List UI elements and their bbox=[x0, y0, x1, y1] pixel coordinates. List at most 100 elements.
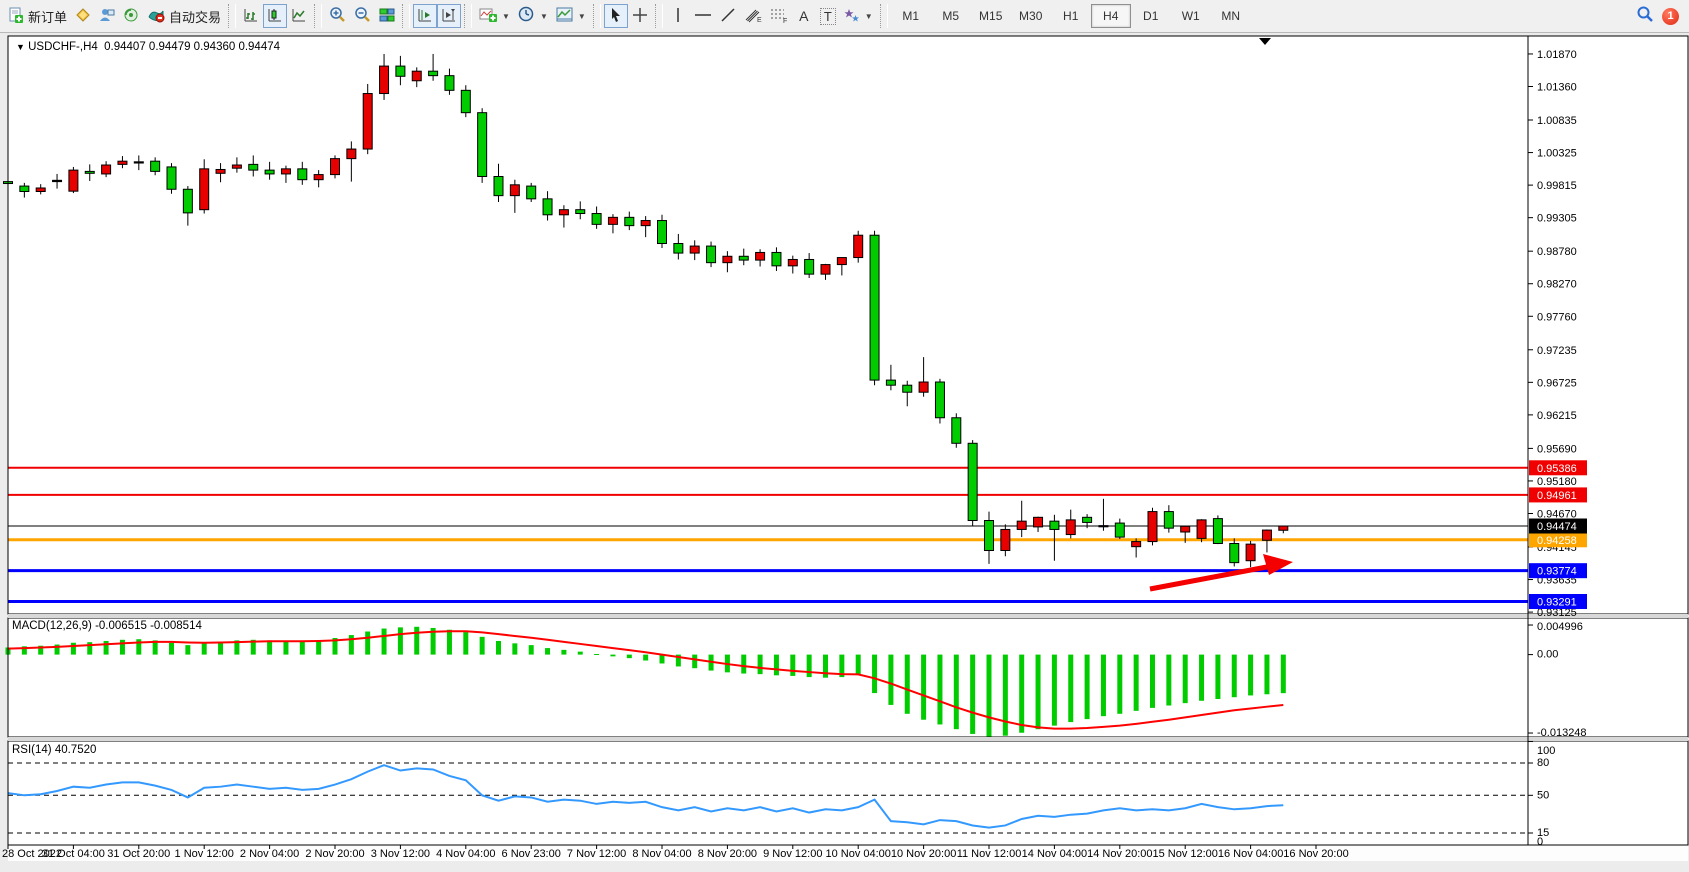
macd-histogram-bar bbox=[561, 650, 566, 655]
price-tick-label: 0.95180 bbox=[1537, 476, 1577, 488]
macd-histogram-bar bbox=[872, 655, 877, 693]
symbol-dropdown-icon[interactable]: ▼ bbox=[16, 42, 25, 52]
candle bbox=[625, 217, 634, 225]
macd-histogram-bar bbox=[529, 645, 534, 654]
macd-histogram-bar bbox=[480, 637, 485, 655]
candle bbox=[281, 169, 290, 174]
macd-histogram-bar bbox=[643, 655, 648, 661]
macd-histogram-bar bbox=[1183, 655, 1188, 704]
macd-histogram-bar bbox=[741, 655, 746, 674]
price-tick-label: 1.01870 bbox=[1537, 49, 1577, 61]
time-label: 7 Nov 12:00 bbox=[567, 848, 626, 860]
rsi-indicator-label: RSI(14) 40.7520 bbox=[12, 744, 96, 756]
candle bbox=[1181, 526, 1190, 532]
candle bbox=[445, 76, 454, 91]
candle bbox=[1083, 517, 1092, 522]
candle bbox=[952, 418, 961, 444]
time-label: 8 Nov 20:00 bbox=[698, 848, 757, 860]
time-label: 2 Nov 20:00 bbox=[305, 848, 364, 860]
macd-histogram-bar bbox=[1199, 655, 1204, 701]
time-label: 16 Nov 04:00 bbox=[1218, 848, 1283, 860]
macd-histogram-bar bbox=[692, 655, 697, 669]
panel-splitter[interactable] bbox=[8, 737, 1688, 741]
panel-splitter[interactable] bbox=[8, 614, 1688, 618]
candle bbox=[919, 382, 928, 392]
macd-histogram-bar bbox=[463, 632, 468, 654]
macd-histogram-bar bbox=[382, 629, 387, 655]
macd-histogram-bar bbox=[202, 643, 207, 654]
macd-histogram-bar bbox=[218, 642, 223, 655]
candle bbox=[363, 94, 372, 150]
price-tick-label: 0.95690 bbox=[1537, 443, 1577, 455]
candle bbox=[1148, 512, 1157, 542]
candle bbox=[1115, 523, 1124, 537]
rsi-axis-label: 100 bbox=[1537, 745, 1555, 757]
rsi-axis-label: 80 bbox=[1537, 757, 1549, 769]
chart-symbol-period: USDCHF-,H4 bbox=[28, 41, 98, 53]
macd-histogram-bar bbox=[1052, 655, 1057, 726]
macd-indicator-label: MACD(12,26,9) -0.006515 -0.008514 bbox=[12, 620, 202, 632]
time-label: 9 Nov 12:00 bbox=[763, 848, 822, 860]
macd-histogram-bar bbox=[283, 641, 288, 655]
candle bbox=[249, 164, 258, 170]
macd-histogram-bar bbox=[578, 652, 583, 655]
time-label: 10 Nov 20:00 bbox=[891, 848, 956, 860]
candle bbox=[347, 149, 356, 159]
candle bbox=[821, 265, 830, 275]
candle bbox=[53, 180, 62, 181]
macd-histogram-bar bbox=[1003, 655, 1008, 736]
candle bbox=[1213, 519, 1222, 544]
macd-histogram-bar bbox=[610, 655, 615, 657]
macd-axis-label: -0.013248 bbox=[1537, 727, 1587, 739]
macd-histogram-bar bbox=[316, 640, 321, 654]
time-label: 14 Nov 04:00 bbox=[1022, 848, 1087, 860]
candle bbox=[461, 90, 470, 112]
macd-histogram-bar bbox=[1281, 655, 1286, 694]
time-label: 1 Nov 12:00 bbox=[175, 848, 234, 860]
candle bbox=[641, 221, 650, 226]
macd-histogram-bar bbox=[594, 654, 599, 655]
chart-ohlc-values: 0.94407 0.94479 0.94360 0.94474 bbox=[104, 41, 280, 53]
time-label: 14 Nov 20:00 bbox=[1087, 848, 1152, 860]
candle bbox=[608, 217, 617, 224]
macd-histogram-bar bbox=[300, 642, 305, 655]
macd-histogram-bar bbox=[1248, 655, 1253, 696]
candle bbox=[788, 259, 797, 265]
candle bbox=[690, 246, 699, 253]
candle bbox=[723, 256, 732, 262]
chart-area[interactable]: 1.018701.013601.008351.003250.998150.993… bbox=[0, 0, 1689, 872]
macd-histogram-bar bbox=[1068, 655, 1073, 722]
time-axis[interactable]: 28 Oct 202231 Oct 04:0031 Oct 20:001 Nov… bbox=[2, 845, 1349, 860]
candle bbox=[772, 252, 781, 265]
macd-histogram-bar bbox=[1232, 655, 1237, 698]
candle bbox=[494, 176, 503, 195]
macd-histogram-bar bbox=[1036, 655, 1041, 730]
candle bbox=[886, 380, 895, 385]
candle bbox=[314, 175, 323, 180]
hline-price-label: 0.94961 bbox=[1537, 490, 1577, 502]
candle bbox=[658, 221, 667, 244]
candle bbox=[429, 71, 438, 75]
macd-histogram-bar bbox=[169, 643, 174, 655]
time-label: 11 Nov 12:00 bbox=[957, 848, 1022, 860]
macd-histogram-bar bbox=[1134, 655, 1139, 711]
candle bbox=[674, 244, 683, 254]
candle bbox=[805, 259, 814, 274]
time-label: 31 Oct 20:00 bbox=[107, 848, 170, 860]
candle bbox=[1246, 544, 1255, 561]
candle bbox=[1034, 517, 1043, 527]
macd-histogram-bar bbox=[1264, 655, 1269, 695]
price-tick-label: 0.98780 bbox=[1537, 246, 1577, 258]
candle bbox=[1017, 521, 1026, 529]
candle bbox=[935, 382, 944, 418]
time-label: 31 Oct 04:00 bbox=[42, 848, 105, 860]
macd-histogram-bar bbox=[267, 640, 272, 654]
chart-title: ▼ USDCHF-,H4 0.94407 0.94479 0.94360 0.9… bbox=[16, 41, 280, 53]
price-tick-label: 0.96215 bbox=[1537, 410, 1577, 422]
candle bbox=[200, 169, 209, 210]
macd-histogram-bar bbox=[790, 655, 795, 676]
candle bbox=[1230, 543, 1239, 562]
candle bbox=[265, 170, 274, 174]
candle bbox=[85, 171, 94, 173]
candle bbox=[854, 235, 863, 257]
